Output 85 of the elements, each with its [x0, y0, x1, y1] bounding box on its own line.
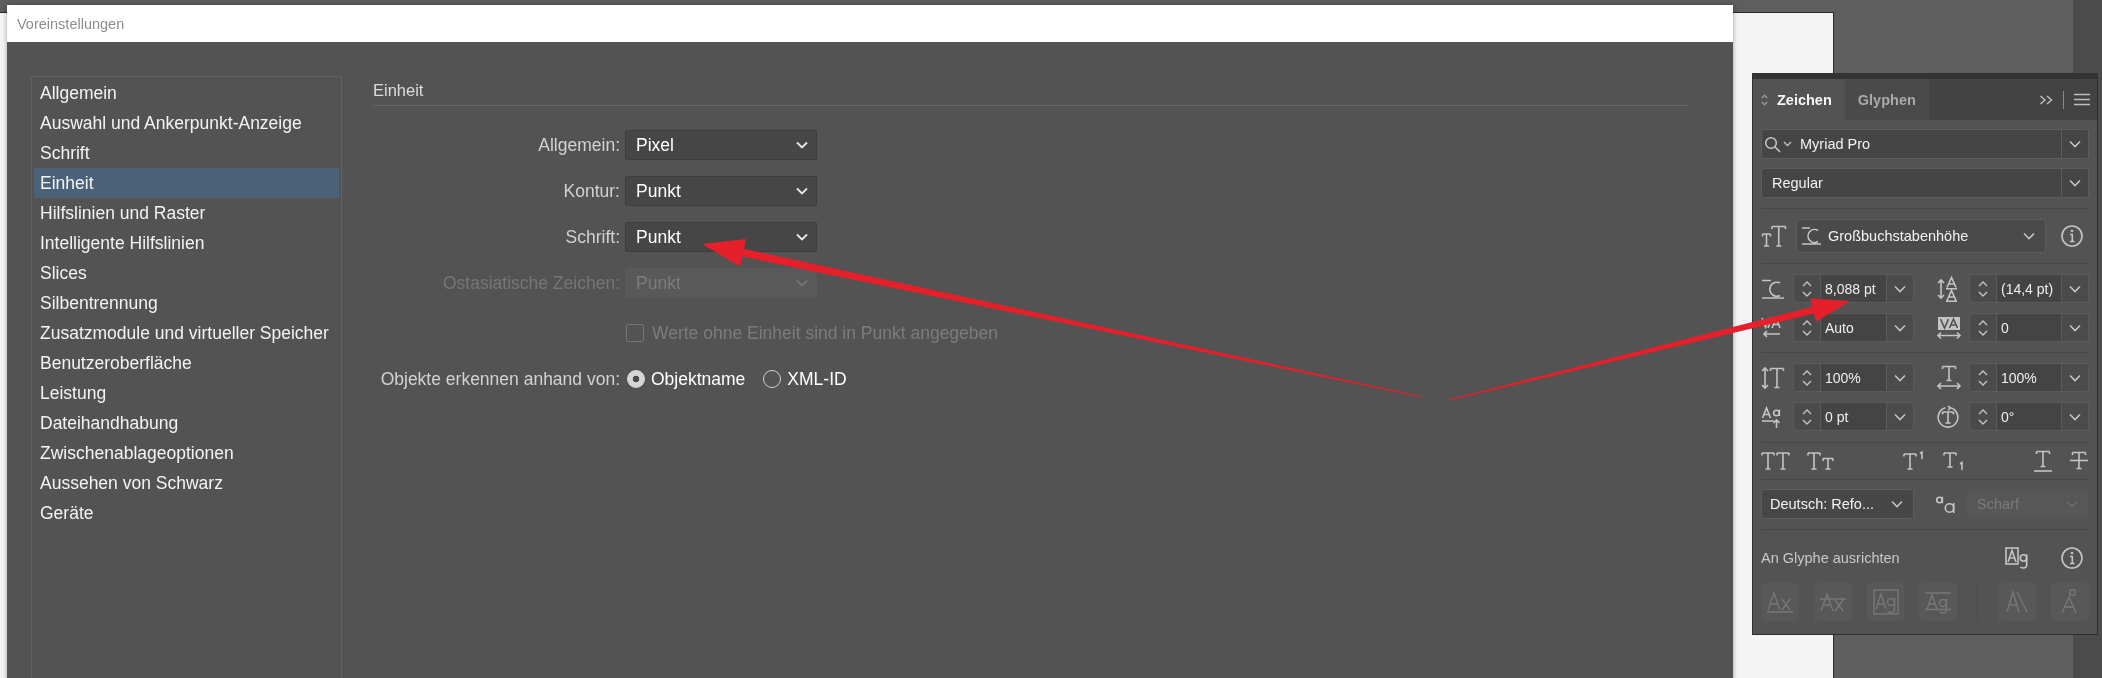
chevron-down-icon[interactable] — [1894, 412, 1906, 421]
category-item[interactable]: Allgemein — [34, 78, 339, 108]
number-field[interactable]: (14,4 pt) — [1969, 274, 2089, 303]
chevron-down-icon[interactable] — [2069, 179, 2081, 187]
section-title: Einheit — [373, 81, 424, 99]
category-item[interactable]: Zusatzmodule und virtueller Speicher — [34, 318, 339, 348]
stacked-letters-arrow-icon — [1936, 275, 1960, 302]
category-item[interactable]: Zwischenablageoptionen — [34, 438, 339, 468]
letters-lines-icon — [1924, 590, 1953, 614]
chevron-down-icon[interactable] — [1894, 373, 1906, 382]
chevron-down-icon[interactable] — [2069, 284, 2081, 293]
letters-baseline-icon — [1765, 591, 1794, 613]
chevron-down-icon — [796, 279, 808, 287]
field-label: Schrift: — [565, 226, 620, 247]
font-style-field[interactable]: Regular — [1761, 168, 2089, 198]
unit-dropdown[interactable]: Punkt — [625, 176, 817, 206]
category-item[interactable]: Auswahl und Ankerpunkt-Anzeige — [34, 108, 339, 138]
chevron-down-icon — [2023, 232, 2035, 240]
boxed-letters-icon[interactable] — [2005, 547, 2029, 569]
panel-tab[interactable]: Glyphen — [1844, 79, 1929, 120]
letter-square-icon — [2061, 589, 2080, 615]
category-item[interactable]: Leistung — [34, 378, 339, 408]
radio-button[interactable] — [627, 370, 645, 388]
size-reference-dropdown[interactable]: Großbuchstabenhöhe — [1796, 219, 2046, 253]
capital-small-t-icon[interactable] — [1807, 451, 1837, 471]
window-title: Voreinstellungen — [17, 15, 125, 32]
category-item[interactable]: Benutzeroberfläche — [34, 348, 339, 378]
horizontal-arrow-t-icon — [1936, 365, 1962, 390]
info-icon[interactable] — [2061, 547, 2083, 569]
number-field[interactable]: 8,088 pt — [1793, 274, 1914, 303]
letter-slash-icon — [2006, 590, 2029, 614]
chevron-down-icon[interactable] — [2069, 323, 2081, 332]
unit-dropdown[interactable]: Pixel — [625, 130, 817, 160]
c-bracket-icon — [1801, 226, 1822, 246]
number-field[interactable]: 0 — [1969, 313, 2089, 342]
letters-top-line-icon — [1818, 591, 1847, 613]
number-field[interactable]: Auto — [1793, 313, 1914, 342]
number-field[interactable]: 0 pt — [1793, 402, 1914, 431]
double-chevron-icon[interactable] — [2039, 93, 2053, 106]
chevron-down-icon[interactable] — [2069, 412, 2081, 421]
info-icon[interactable] — [2061, 225, 2083, 247]
category-item[interactable]: Einheit — [34, 168, 339, 198]
chevron-down-icon[interactable] — [2069, 140, 2081, 148]
up-down-chevron-icon[interactable] — [1761, 93, 1768, 106]
category-item[interactable]: Aussehen von Schwarz — [34, 468, 339, 498]
chevron-down-icon — [1891, 500, 1903, 508]
radio-label[interactable]: Objektname — [651, 368, 746, 390]
category-item[interactable]: Hilfslinien und Raster — [34, 198, 339, 228]
two-capital-t-icon[interactable] — [1761, 451, 1791, 471]
c-bracket-icon — [1761, 277, 1785, 300]
category-item[interactable]: Slices — [34, 258, 339, 288]
category-item[interactable]: Geräte — [34, 498, 339, 528]
category-item[interactable]: Intelligente Hilfslinien — [34, 228, 339, 258]
t-underline-icon[interactable] — [2033, 450, 2053, 472]
category-item[interactable]: Schrift — [34, 138, 339, 168]
menu-icon[interactable] — [2074, 93, 2090, 106]
number-field[interactable]: 100% — [1969, 363, 2089, 392]
boxed-letters-arrow-icon — [1936, 315, 1962, 340]
search-icon[interactable] — [1764, 135, 1781, 153]
field-label: Allgemein: — [538, 134, 620, 155]
chevron-down-icon — [796, 187, 808, 195]
vertical-arrow-t-icon — [1761, 365, 1785, 390]
number-field[interactable]: 0° — [1969, 402, 2089, 431]
field-label: Kontur: — [563, 180, 620, 201]
small-large-t-icon — [1761, 225, 1787, 247]
chevron-down-icon — [796, 233, 808, 241]
chevron-down-icon[interactable] — [1894, 323, 1906, 332]
number-field[interactable]: 100% — [1793, 363, 1914, 392]
snap-label: An Glyphe ausrichten — [1761, 550, 1900, 566]
circled-t-arrow-icon — [1936, 404, 1960, 429]
unit-dropdown[interactable]: Punkt — [625, 222, 817, 252]
font-family-field[interactable]: Myriad Pro — [1761, 129, 2089, 159]
language-dropdown[interactable]: Deutsch: Refo... — [1761, 489, 1914, 519]
category-item[interactable]: Dateihandhabung — [34, 408, 339, 438]
t-strikethrough-icon[interactable] — [2069, 451, 2089, 471]
boxed-letters-icon — [1872, 589, 1899, 615]
chevron-down-icon[interactable] — [1894, 284, 1906, 293]
chevron-down-icon — [796, 141, 808, 149]
caret-icon[interactable] — [1783, 141, 1792, 147]
chevron-down-icon[interactable] — [2069, 373, 2081, 382]
category-item[interactable]: Silbentrennung — [34, 288, 339, 318]
panel-tab[interactable]: Zeichen — [1753, 79, 1845, 120]
radio-label[interactable]: XML-ID — [787, 368, 847, 390]
small-large-a-icon — [1935, 494, 1957, 514]
field-label: Objekte erkennen anhand von: — [380, 368, 620, 389]
